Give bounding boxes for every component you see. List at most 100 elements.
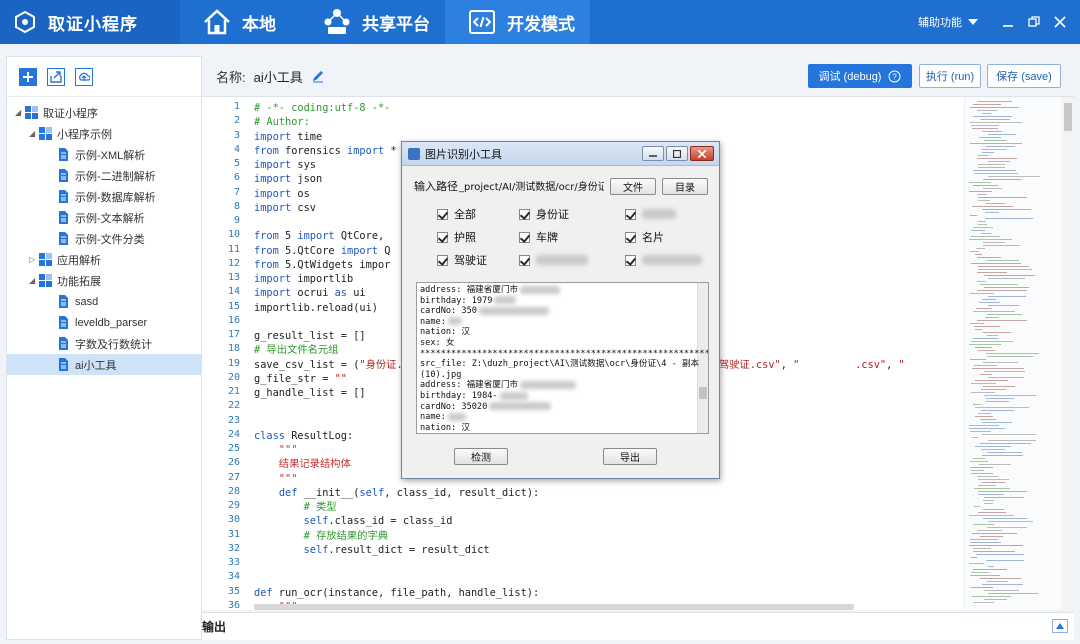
tree-file[interactable]: 示例-文本解析 xyxy=(7,207,201,228)
tree-item-label: 示例-数据库解析 xyxy=(75,191,156,204)
minimap-line xyxy=(970,122,1022,123)
redacted-label xyxy=(536,255,588,265)
checkbox-checked-icon xyxy=(437,208,448,220)
dialog-minimize-button[interactable] xyxy=(642,146,664,161)
minimap-line xyxy=(977,110,997,111)
tree-file[interactable]: 示例-二进制解析 xyxy=(7,165,201,186)
checkbox-redacted-2[interactable] xyxy=(519,253,588,267)
script-file-icon xyxy=(59,316,68,329)
minimap-line xyxy=(973,602,994,603)
minimap-line xyxy=(981,410,1014,411)
checkbox-passport[interactable]: 护照 xyxy=(437,230,476,244)
assist-menu[interactable]: 辅助功能 xyxy=(918,14,978,30)
result-line: sex: 女 xyxy=(420,338,455,348)
minimap-line xyxy=(969,425,999,426)
code-line: g_result_list = [] xyxy=(254,330,366,342)
minimap-line xyxy=(971,263,1021,264)
minimap-line xyxy=(974,365,997,366)
restore-button[interactable] xyxy=(1022,10,1046,34)
redacted-value xyxy=(489,402,552,411)
code-icon xyxy=(469,10,495,34)
detect-button[interactable]: 检测 xyxy=(454,448,508,465)
result-textbox[interactable]: address: 福建省厦门市 birthday: 1979 cardNo: 350… xyxy=(416,282,709,434)
minimap-line xyxy=(971,341,1013,342)
dialog-app-icon xyxy=(408,147,420,160)
minimap-line xyxy=(983,245,1020,246)
checkbox-id-card[interactable]: 身份证 xyxy=(519,207,569,221)
code-minimap[interactable] xyxy=(964,97,1062,610)
code-line: # Author: xyxy=(254,116,310,129)
path-input[interactable]: _project/AI/测试数据/ocr/身份证 xyxy=(459,178,604,194)
minimap-line xyxy=(984,275,1035,276)
minimap-line xyxy=(985,317,999,318)
expanded-arrow-icon[interactable]: ◢ xyxy=(29,129,39,138)
tab-share-platform[interactable]: 共享平台 xyxy=(300,0,445,44)
save-button[interactable]: 保存 (save) xyxy=(987,64,1061,88)
close-button[interactable] xyxy=(1048,10,1072,34)
checkbox-redacted-3[interactable] xyxy=(625,253,702,267)
line-number: 27 xyxy=(227,471,240,483)
code-line: # 导出文件名元组 xyxy=(254,344,339,357)
tree-file[interactable]: ai小工具 xyxy=(7,354,201,375)
tree-folder[interactable]: ▷ 应用解析 xyxy=(7,249,201,270)
dir-button[interactable]: 目录 xyxy=(662,178,708,195)
export-project-button[interactable] xyxy=(47,67,65,86)
file-button[interactable]: 文件 xyxy=(610,178,656,195)
tree-file[interactable]: 示例-XML解析 xyxy=(7,144,201,165)
tree-file[interactable]: 示例-数据库解析 xyxy=(7,186,201,207)
minimize-button[interactable] xyxy=(996,10,1020,34)
checkbox-redacted-1[interactable] xyxy=(625,207,676,221)
result-line: birthday: 1984- xyxy=(420,391,528,402)
dir-button-label: 目录 xyxy=(675,183,695,194)
tab-local[interactable]: 本地 xyxy=(180,0,300,44)
debug-button[interactable]: 调试 (debug) ? xyxy=(808,64,912,88)
line-number: 34 xyxy=(227,571,240,583)
line-number: 5 xyxy=(233,158,240,169)
checkbox-all[interactable]: 全部 xyxy=(437,207,476,221)
export-button[interactable]: 导出 xyxy=(603,448,657,465)
run-button[interactable]: 执行 (run) xyxy=(919,64,981,88)
tree-folder[interactable]: ◢ 小程序示例 xyxy=(7,123,201,144)
checkbox-checked-icon xyxy=(625,208,636,220)
tree-file[interactable]: leveldb_parser xyxy=(7,312,201,333)
scrollbar-thumb[interactable] xyxy=(699,387,707,399)
line-number: 9 xyxy=(233,215,240,226)
checkbox-plate[interactable]: 车牌 xyxy=(519,230,558,244)
minimap-line xyxy=(977,476,998,477)
redacted-value xyxy=(499,391,528,400)
checkbox-checked-icon xyxy=(437,254,448,266)
tree-file[interactable]: sasd xyxy=(7,291,201,312)
minimap-line xyxy=(982,422,1012,423)
scrollbar-thumb[interactable] xyxy=(1064,103,1072,131)
line-number: 4 xyxy=(233,143,240,155)
dialog-maximize-button[interactable] xyxy=(666,146,688,161)
tree-file[interactable]: 示例-文件分类 xyxy=(7,228,201,249)
dialog-close-button[interactable] xyxy=(690,146,714,161)
collapsed-arrow-icon[interactable]: ▷ xyxy=(29,255,39,264)
line-number: 22 xyxy=(227,400,240,412)
horizontal-scrollbar[interactable] xyxy=(254,604,854,610)
result-line: name: xyxy=(420,412,466,423)
expanded-arrow-icon[interactable]: ◢ xyxy=(15,108,25,117)
tree-folder[interactable]: ◢ 取证小程序 xyxy=(7,102,201,123)
minimap-line xyxy=(983,179,1021,180)
tree-item-label: 示例-文件分类 xyxy=(75,233,145,246)
tree-file[interactable]: 字数及行数统计 xyxy=(7,333,201,354)
script-file-icon xyxy=(59,337,68,350)
upload-cloud-button[interactable] xyxy=(75,67,93,86)
tab-dev-mode[interactable]: 开发模式 xyxy=(445,0,590,44)
minimap-line xyxy=(973,524,994,525)
tree-folder[interactable]: ◢ 功能拓展 xyxy=(7,270,201,291)
edit-pencil-icon[interactable] xyxy=(311,69,325,83)
line-number: 15 xyxy=(227,300,240,312)
minimize-icon xyxy=(649,154,657,157)
line-number: 36 xyxy=(227,599,240,610)
add-button[interactable] xyxy=(19,67,37,86)
vertical-scrollbar[interactable] xyxy=(1062,97,1074,610)
minimap-line xyxy=(976,308,991,309)
output-toggle-button[interactable] xyxy=(1052,619,1068,633)
checkbox-driver-license[interactable]: 驾驶证 xyxy=(437,253,487,267)
line-number: 33 xyxy=(227,557,240,568)
expanded-arrow-icon[interactable]: ◢ xyxy=(29,276,39,285)
checkbox-business-card[interactable]: 名片 xyxy=(625,230,664,244)
